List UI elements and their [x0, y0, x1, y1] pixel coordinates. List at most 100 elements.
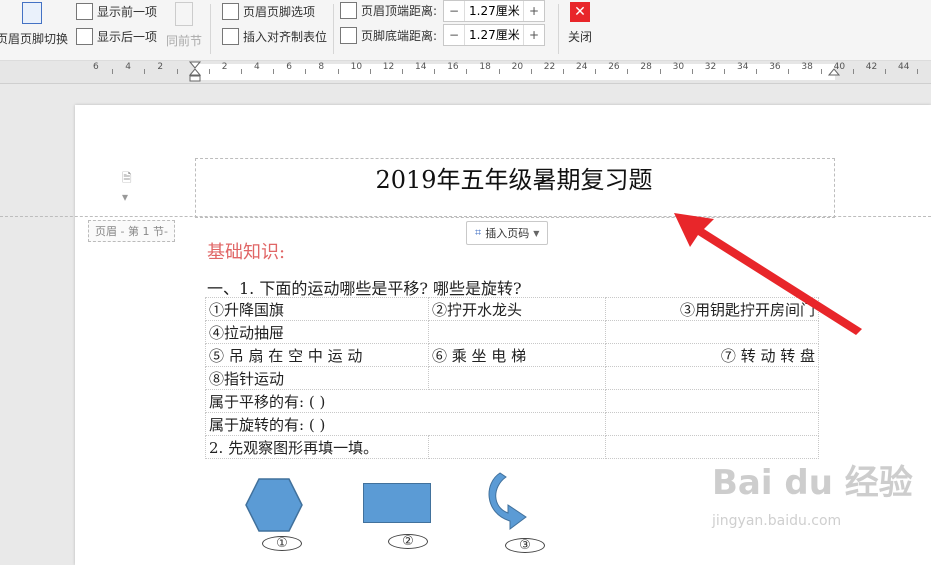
table-cell: ①升降国旗	[205, 297, 429, 321]
ruler-tick	[562, 69, 564, 74]
switch-label: 页眉页脚切换	[0, 32, 69, 46]
ruler-tick	[820, 69, 822, 74]
insert-tab-stop-button[interactable]: 插入对齐制表位	[222, 28, 327, 45]
ruler-tick	[659, 69, 661, 74]
ruler-number: 42	[865, 62, 878, 72]
ruler-number: 22	[543, 62, 556, 72]
increase-button[interactable]: +	[524, 4, 544, 18]
show-prev-button[interactable]: 显示前一项	[76, 3, 157, 20]
table-cell	[428, 320, 606, 344]
ruler-tick	[884, 69, 886, 74]
table-row: 属于平移的有: ( )	[205, 389, 819, 413]
footer-bottom-distance-label: 页脚底端距离:	[340, 27, 437, 44]
header-section-label: 页眉 - 第 1 节-	[88, 220, 175, 242]
table-row: 属于旋转的有: ( )	[205, 412, 819, 436]
ruler-number: 38	[801, 62, 813, 72]
curved-arrow-shape[interactable]	[486, 469, 530, 533]
ruler-number: 26	[608, 62, 620, 72]
ruler-number: 24	[576, 62, 588, 72]
hexagon-shape[interactable]	[245, 478, 303, 532]
same-as-prev-label: 同前节	[165, 34, 202, 48]
prev-icon	[76, 3, 93, 20]
ruler-tick	[305, 69, 307, 74]
baidu-watermark-url: jingyan.baidu.com	[712, 513, 842, 529]
right-indent-marker-icon[interactable]	[828, 61, 840, 83]
show-next-button[interactable]: 显示后一项	[76, 28, 157, 45]
header-distance-icon	[340, 2, 357, 19]
same-as-previous-button[interactable]: 同前节	[164, 2, 204, 49]
increase-button[interactable]: +	[524, 28, 544, 42]
table-cell: 属于平移的有: ( )	[205, 389, 606, 413]
baidu-watermark-logo: Bai du 经验	[712, 463, 913, 503]
ruler-number: 44	[898, 62, 910, 72]
ruler-tick	[723, 69, 725, 74]
table-row: ⑤ 吊 扇 在 空 中 运 动 ⑥ 乘 坐 电 梯 ⑦ 转 动 转 盘	[205, 343, 819, 367]
ruler-number: 14	[415, 62, 427, 72]
table-cell: ④拉动抽屉	[205, 320, 429, 344]
horizontal-ruler[interactable]: 6 4 2 2 4 6 8 10 12 14 16 18 20 22 24 26 28 30 32 34 36 38 40 4…	[0, 61, 931, 84]
chevron-down-icon: ▼	[533, 228, 540, 238]
document-icon[interactable]: 🗎▾	[122, 169, 136, 204]
footer-bottom-distance-spinner[interactable]: − 1.27厘米 +	[443, 24, 545, 46]
ruler-tick	[852, 69, 854, 74]
ruler-number: 6	[93, 62, 99, 72]
header-footer-toolbar: 页眉页脚切换 显示前一项 显示后一项 同前节 页眉页脚选项 插入对齐制表位 页眉…	[0, 0, 931, 61]
toolbar-divider	[558, 4, 559, 54]
next-icon	[76, 28, 93, 45]
shape-label-2: ②	[388, 534, 428, 549]
switch-header-footer-button[interactable]: 页眉页脚切换	[0, 2, 68, 47]
ruler-number: 20	[511, 62, 524, 72]
header-top-text: 页眉顶端距离:	[361, 4, 438, 18]
decrease-button[interactable]: −	[444, 28, 464, 42]
left-indent-marker-icon[interactable]	[189, 61, 201, 83]
ruler-tick	[498, 69, 500, 74]
toolbar-divider	[333, 4, 334, 54]
table-cell: ②拧开水龙头	[428, 297, 606, 321]
ruler-tick	[112, 69, 114, 74]
ruler-tick	[240, 69, 242, 74]
footer-distance-icon	[340, 27, 357, 44]
table-cell	[428, 366, 606, 390]
ruler-tick	[917, 69, 919, 74]
ruler-number: 36	[769, 62, 781, 72]
insert-page-number-button[interactable]: ⌗ 插入页码 ▼	[466, 221, 549, 245]
insert-tab-label: 插入对齐制表位	[243, 30, 328, 44]
table-cell: ⑦ 转 动 转 盘	[605, 343, 819, 367]
show-prev-label: 显示前一项	[97, 5, 158, 19]
header-footer-options-button[interactable]: 页眉页脚选项	[222, 3, 315, 20]
ruler-number: 4	[125, 62, 131, 72]
switch-icon	[22, 2, 42, 24]
header-top-distance-spinner[interactable]: − 1.27厘米 +	[443, 0, 545, 22]
close-label: 关闭	[567, 30, 592, 44]
table-cell: 属于旋转的有: ( )	[205, 412, 606, 436]
header-top-distance-input[interactable]: 1.27厘米	[464, 1, 524, 21]
footer-bottom-distance-input[interactable]: 1.27厘米	[464, 25, 524, 45]
ruler-number: 8	[318, 62, 325, 72]
table-cell: 2. 先观察图形再填一填。	[205, 435, 429, 459]
table-row: ⑧指针运动	[205, 366, 819, 390]
header-title[interactable]: 2019年五年级暑期复习题	[195, 160, 833, 195]
ruler-tick	[401, 69, 403, 74]
page-number-icon: ⌗	[475, 226, 482, 239]
ruler-tick	[176, 69, 178, 74]
show-next-label: 显示后一项	[97, 30, 158, 44]
ruler-tick	[369, 69, 371, 74]
ruler-number: 28	[640, 62, 652, 72]
ruler-tick	[337, 69, 339, 74]
ruler-tick	[466, 69, 468, 74]
options-icon	[222, 3, 239, 20]
section-heading: 基础知识:	[207, 242, 286, 263]
rectangle-shape[interactable]	[363, 483, 431, 523]
ruler-number: 34	[737, 62, 749, 72]
table-cell	[605, 412, 819, 436]
ruler-tick	[530, 69, 532, 74]
decrease-button[interactable]: −	[444, 4, 464, 18]
close-button[interactable]: ✕ 关闭	[566, 2, 594, 45]
table-cell	[605, 389, 819, 413]
question-1: 一、1. 下面的运动哪些是平移? 哪些是旋转?	[207, 279, 522, 298]
ruler-number: 2	[221, 62, 228, 72]
ruler-tick	[691, 69, 693, 74]
ruler-tick	[627, 69, 629, 74]
ruler-tick	[595, 69, 597, 74]
footer-bottom-text: 页脚底端距离:	[361, 29, 438, 43]
